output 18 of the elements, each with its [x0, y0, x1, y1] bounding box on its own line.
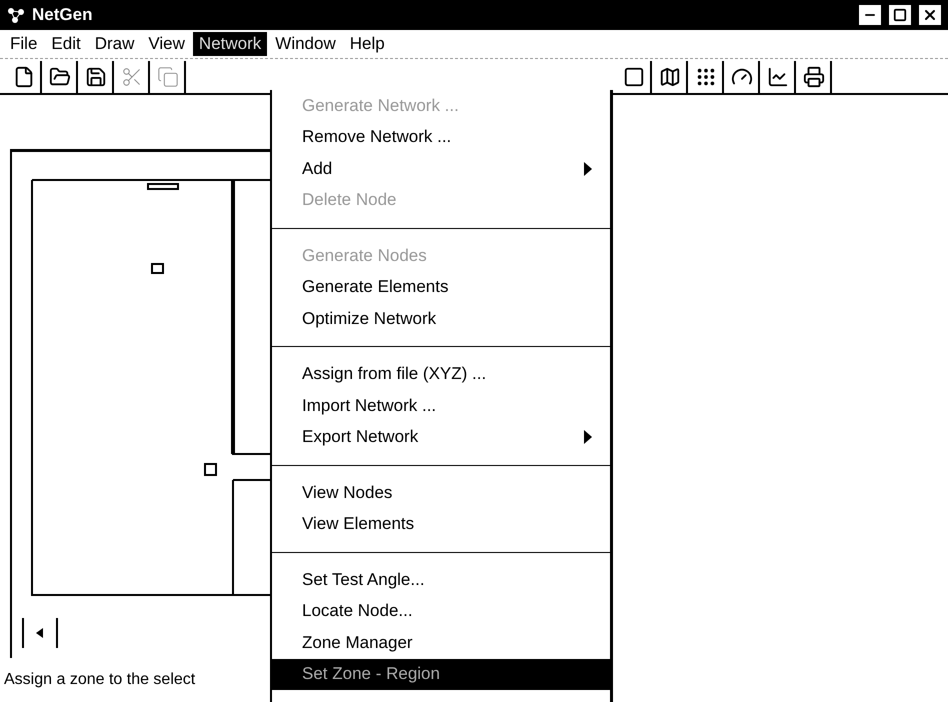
menu-title[interactable]: File: [4, 32, 44, 56]
close-icon: [922, 7, 938, 23]
close-button[interactable]: [918, 4, 942, 26]
window-title: NetGen: [32, 5, 94, 25]
maximize-button[interactable]: [888, 4, 912, 26]
menu-title[interactable]: Edit: [45, 32, 87, 56]
submenu-arrow-icon: [584, 430, 592, 444]
minimize-button[interactable]: [858, 4, 882, 26]
network-icon: [6, 6, 26, 24]
menu-title[interactable]: Window: [269, 32, 342, 56]
menu-title[interactable]: Network: [192, 32, 268, 56]
status-text: Assign a zone to the select: [4, 671, 196, 689]
menu-title[interactable]: Draw: [88, 32, 140, 56]
menu-title[interactable]: Help: [344, 32, 391, 56]
maximize-icon: [893, 8, 907, 22]
left-arrow-icon: [36, 628, 44, 638]
submenu-arrow-icon: [584, 162, 592, 176]
menu-title[interactable]: View: [142, 32, 191, 56]
